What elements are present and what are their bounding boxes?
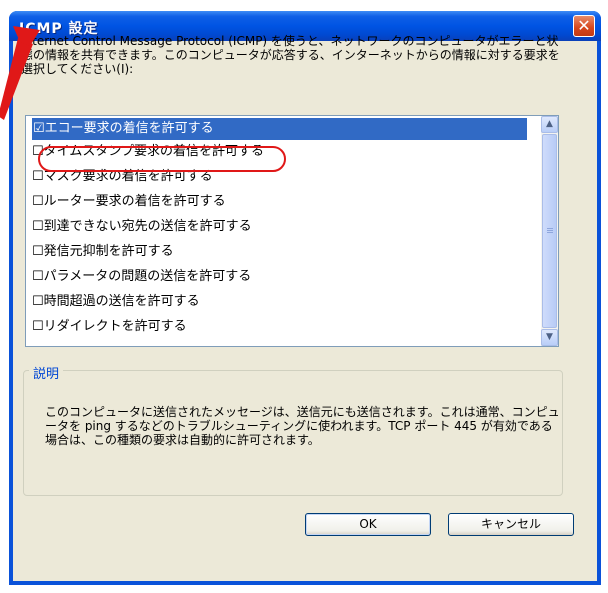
vertical-scrollbar[interactable]: ▲ ▼ [541,116,558,346]
list-item-redirect[interactable]: ☐リダイレクトを許可する [32,316,187,338]
list-item-echo-request[interactable]: ☑エコー要求の着信を許可する [32,118,527,140]
highlight-annotation [38,146,286,172]
list-item-time-exceeded[interactable]: ☐時間超過の送信を許可する [32,291,200,313]
grip-line [547,230,553,231]
dialog-description: Internet Control Message Protocol (ICMP)… [21,34,560,76]
cancel-button[interactable]: キャンセル [448,513,574,536]
red-arrow-icon [0,26,40,120]
scroll-up-icon[interactable]: ▲ [541,116,558,133]
list-item-parameter-problem[interactable]: ☐パラメータの問題の送信を許可する [32,266,251,288]
scroll-down-icon[interactable]: ▼ [541,329,558,346]
list-item-source-quench[interactable]: ☐発信元抑制を許可する [32,241,174,263]
close-icon: ✕ [577,16,591,35]
ok-button[interactable]: OK [305,513,431,536]
explanation-text: このコンピュータに送信されたメッセージは、送信元にも送信されます。これは通常、コ… [45,405,560,447]
list-item-router-request[interactable]: ☐ルーター要求の着信を許可する [32,191,226,213]
close-button[interactable]: ✕ [573,15,595,37]
list-item-destination-unreachable[interactable]: ☐到達できない宛先の送信を許可する [32,216,252,238]
scrollbar-thumb[interactable] [542,134,557,328]
grip-line [547,232,553,233]
grip-line [547,228,553,229]
explanation-label: 説明 [29,363,64,382]
